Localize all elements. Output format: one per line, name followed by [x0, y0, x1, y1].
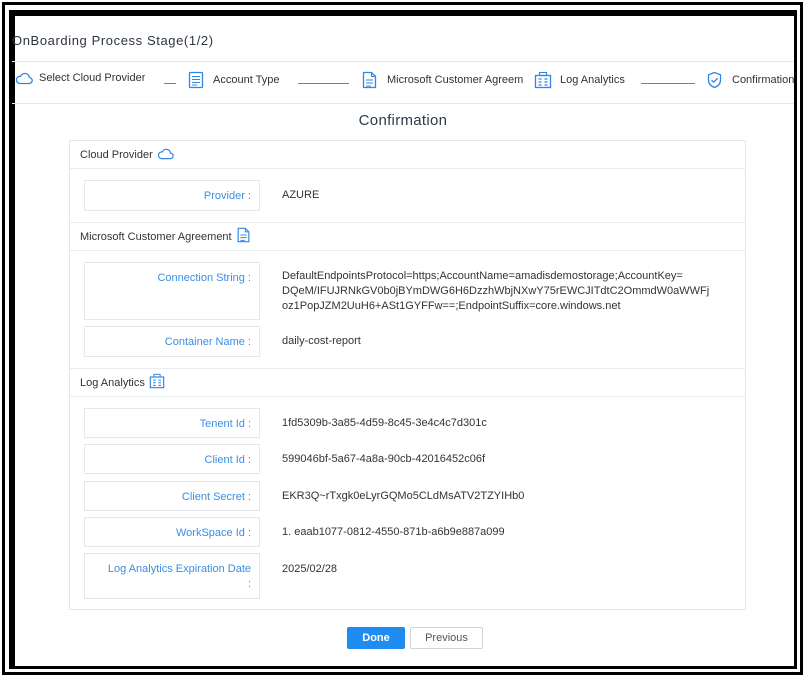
- step-connector: [641, 83, 695, 84]
- provider-value: AZURE: [282, 189, 320, 201]
- connection-string-line: DefaultEndpointsProtocol=https;AccountNa…: [282, 270, 683, 282]
- document-icon: [232, 227, 251, 246]
- stepper-divider: [12, 103, 794, 104]
- analytics-icon: [145, 373, 165, 392]
- confirmation-panel: Cloud Provider Provider : AZURE Microsof…: [69, 140, 746, 610]
- done-button[interactable]: Done: [347, 627, 405, 649]
- step-log-analytics[interactable]: Log Analytics: [534, 71, 625, 89]
- section-header-log-analytics: Log Analytics: [70, 369, 745, 397]
- dialog-title: OnBoarding Process Stage(1/2): [12, 33, 214, 48]
- step-confirmation[interactable]: Confirmation: [706, 71, 794, 89]
- cloud-icon: [15, 71, 33, 85]
- section-header-cloud-provider: Cloud Provider: [70, 141, 745, 169]
- client-secret-value: EKR3Q~rTxgk0eLyrGQMo5CLdMsATV2TZYIHb0: [282, 490, 525, 502]
- step-connector: [164, 83, 176, 84]
- connection-string-label: Connection String :: [84, 262, 260, 320]
- provider-label: Provider :: [84, 180, 260, 211]
- step-label: Select Cloud Provider: [39, 72, 146, 84]
- step-account-type[interactable]: Account Type: [188, 71, 279, 89]
- connection-string-value: DefaultEndpointsProtocol=https;AccountNa…: [282, 269, 709, 314]
- section-title: Microsoft Customer Agreement: [80, 230, 232, 243]
- page-heading: Confirmation: [358, 112, 448, 129]
- previous-button[interactable]: Previous: [410, 627, 483, 649]
- step-label: Log Analytics: [560, 74, 625, 86]
- progress-stepper: Select Cloud Provider Account Type Micro…: [12, 71, 794, 95]
- step-label: Microsoft Customer Agreement: [387, 74, 523, 86]
- step-microsoft-customer-agreement[interactable]: Microsoft Customer Agreement: [362, 71, 523, 89]
- expiration-date-label-text: Log Analytics Expiration Date: [107, 563, 251, 575]
- title-divider: [12, 61, 794, 62]
- step-connector: [298, 83, 349, 84]
- analytics-icon: [534, 71, 552, 89]
- step-label: Confirmation: [732, 74, 795, 86]
- step-select-cloud-provider[interactable]: Select Cloud Provider: [15, 71, 145, 85]
- workspace-id-value: 1. eaab1077-0812-4550-871b-a6b9e887a099: [282, 526, 505, 538]
- section-title: Cloud Provider: [80, 148, 153, 161]
- tenant-id-value: 1fd5309b-3a85-4d59-8c45-3e4c4c7d301c: [282, 417, 487, 429]
- expiration-date-label-colon: :: [247, 578, 251, 590]
- step-label: Account Type: [213, 74, 280, 86]
- container-name-value: daily-cost-report: [282, 335, 361, 347]
- expiration-date-label: Log Analytics Expiration Date :: [84, 553, 260, 599]
- client-id-value: 599046bf-5a67-4a8a-90cb-42016452c06f: [282, 453, 486, 465]
- connection-string-line: oz1PopJZM2UuH6+ASt1GYFFw==;EndpointSuffi…: [282, 300, 621, 312]
- client-id-label: Client Id :: [84, 444, 260, 474]
- onboarding-dialog: OnBoarding Process Stage(1/2) Select Clo…: [9, 10, 797, 669]
- document-list-icon: [188, 71, 204, 89]
- container-name-label: Container Name :: [84, 326, 260, 357]
- client-secret-label: Client Secret :: [84, 481, 260, 511]
- section-header-mca: Microsoft Customer Agreement: [70, 223, 745, 251]
- document-icon: [362, 71, 377, 89]
- connection-string-line: DQeM/IFUJRNkGV0b0jBYmDWG6H6DzzhWbjNXwY75…: [282, 285, 710, 297]
- workspace-id-label: WorkSpace Id :: [84, 517, 260, 547]
- tenant-id-label: Tenent Id :: [84, 408, 260, 438]
- cloud-icon: [153, 147, 174, 163]
- shield-check-icon: [706, 71, 723, 89]
- section-title: Log Analytics: [80, 376, 145, 389]
- expiration-date-value: 2025/02/28: [282, 563, 338, 575]
